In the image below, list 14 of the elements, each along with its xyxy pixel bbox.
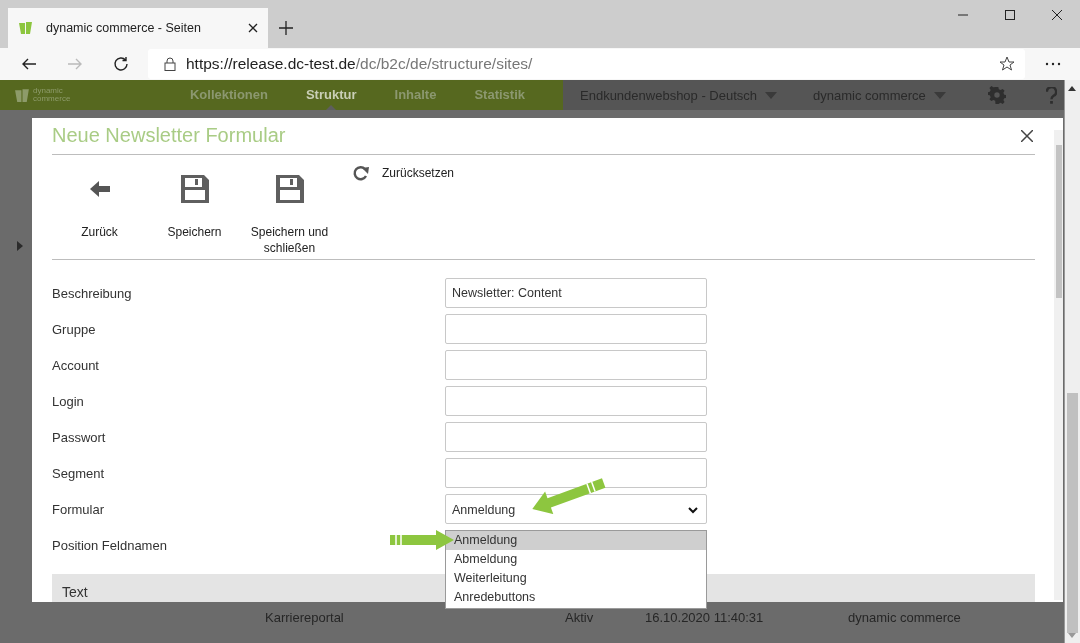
field-label: Beschreibung [52,285,133,301]
field-label: Position Feldnamen [52,537,168,553]
dialog-title: Neue Newsletter Formular [52,123,286,147]
field-label: Passwort [52,429,107,445]
field-label: Segment [52,465,106,481]
logo-text: dynamic commerce [33,87,71,103]
field-label: Formular [52,501,105,517]
table-cell-text: Karriereportal [265,610,345,625]
field-label: Account [52,357,100,373]
table-cell-text: Aktiv [565,610,595,625]
field-label: Login [52,393,85,409]
field-label: Gruppe [52,321,97,337]
table-cell-text: 16.10.2020 11:40:31 [645,610,765,625]
table-cell: dynamic commerce [848,610,961,625]
